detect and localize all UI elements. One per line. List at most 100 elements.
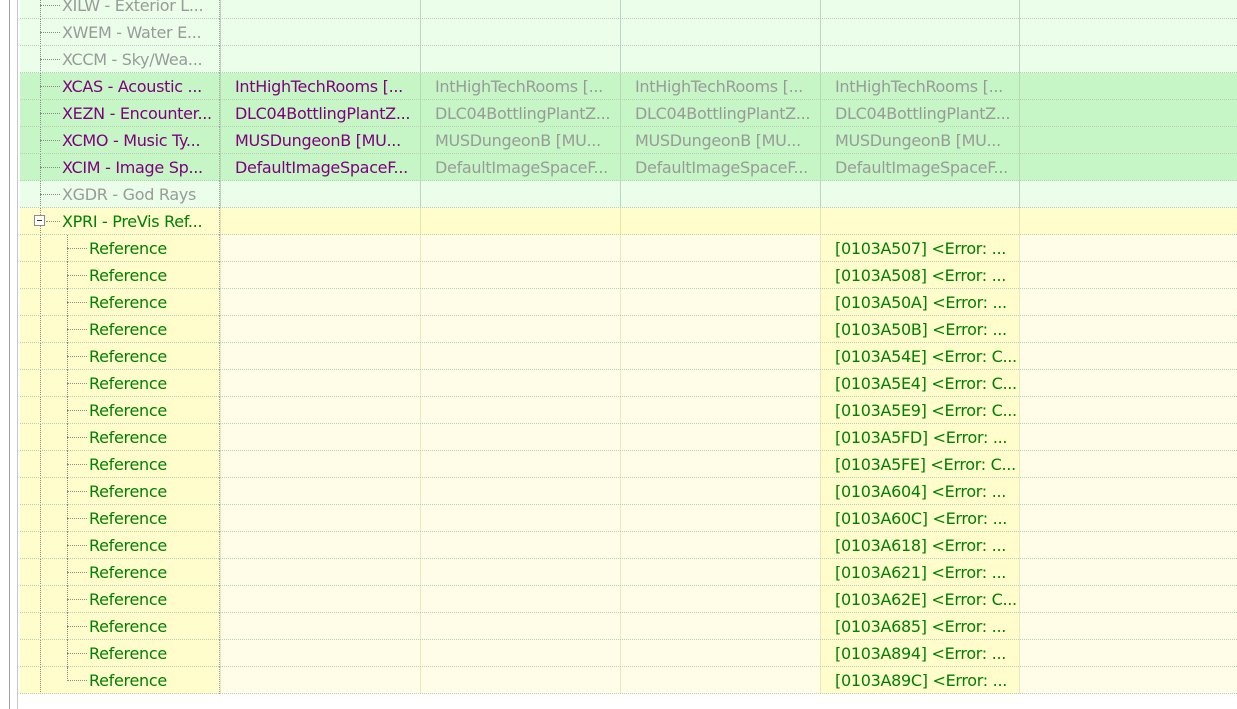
record-value-cell[interactable]: IntHighTechRooms [... [835, 73, 1020, 100]
reference-empty-cell[interactable] [235, 586, 420, 613]
record-grid[interactable]: XILW - Exterior L... XWEM - Water E... XCC… [20, 0, 1237, 694]
reference-empty-cell[interactable] [635, 451, 820, 478]
record-value-cell[interactable] [635, 19, 820, 46]
reference-name-cell[interactable]: Reference [20, 613, 220, 640]
record-row[interactable]: XCMO - Music Ty... MUSDungeonB [MU... MUSD… [20, 127, 1237, 154]
reference-name-cell[interactable]: Reference [20, 424, 220, 451]
reference-value-cell[interactable]: [0103A54E] <Error: C... [835, 343, 1020, 370]
reference-empty-cell[interactable] [635, 370, 820, 397]
reference-value-cell[interactable]: [0103A685] <Error: ... [835, 613, 1020, 640]
reference-empty-cell[interactable] [235, 316, 420, 343]
record-value-cell[interactable]: DLC04BottlingPlantZ... [835, 100, 1020, 127]
reference-row[interactable]: Reference [0103A54E] <Error: C... [20, 343, 1237, 370]
reference-empty-cell[interactable] [435, 559, 620, 586]
reference-row[interactable]: Reference [0103A62E] <Error: C... [20, 586, 1237, 613]
record-row[interactable]: XWEM - Water E... [20, 19, 1237, 46]
record-value-cell[interactable] [635, 181, 820, 208]
reference-name-cell[interactable]: Reference [20, 505, 220, 532]
reference-empty-cell[interactable] [635, 586, 820, 613]
reference-empty-cell[interactable] [235, 235, 420, 262]
reference-name-cell[interactable]: Reference [20, 262, 220, 289]
reference-row[interactable]: Reference [0103A894] <Error: ... [20, 640, 1237, 667]
reference-name-cell[interactable]: Reference [20, 343, 220, 370]
reference-name-cell[interactable]: Reference [20, 586, 220, 613]
reference-empty-cell[interactable] [635, 235, 820, 262]
collapse-toggle-icon[interactable] [34, 215, 45, 226]
record-value-cell[interactable]: IntHighTechRooms [... [435, 73, 620, 100]
reference-empty-cell[interactable] [435, 505, 620, 532]
record-value-cell[interactable] [235, 181, 420, 208]
record-value-cell[interactable]: DefaultImageSpaceF... [235, 154, 420, 181]
reference-row[interactable]: Reference [0103A604] <Error: ... [20, 478, 1237, 505]
reference-name-cell[interactable]: Reference [20, 397, 220, 424]
reference-empty-cell[interactable] [635, 559, 820, 586]
record-value-cell[interactable] [235, 19, 420, 46]
reference-row[interactable]: Reference [0103A50A] <Error: ... [20, 289, 1237, 316]
reference-empty-cell[interactable] [435, 640, 620, 667]
reference-value-cell[interactable]: [0103A5E4] <Error: C... [835, 370, 1020, 397]
reference-row[interactable]: Reference [0103A5FD] <Error: ... [20, 424, 1237, 451]
reference-empty-cell[interactable] [235, 640, 420, 667]
reference-value-cell[interactable]: [0103A50A] <Error: ... [835, 289, 1020, 316]
previs-group-row[interactable]: XPRI - PreVis Ref... [20, 208, 1237, 235]
reference-empty-cell[interactable] [235, 289, 420, 316]
record-name-cell[interactable]: XCCM - Sky/Wea... [20, 46, 220, 73]
reference-empty-cell[interactable] [235, 370, 420, 397]
record-value-cell[interactable]: IntHighTechRooms [... [635, 73, 820, 100]
reference-value-cell[interactable]: [0103A62E] <Error: C... [835, 586, 1020, 613]
record-value-cell[interactable] [635, 46, 820, 73]
reference-value-cell[interactable]: [0103A618] <Error: ... [835, 532, 1020, 559]
reference-row[interactable]: Reference [0103A507] <Error: ... [20, 235, 1237, 262]
record-value-cell[interactable] [835, 181, 1020, 208]
record-row[interactable]: XCIM - Image Sp... DefaultImageSpaceF... D… [20, 154, 1237, 181]
record-value-cell[interactable]: MUSDungeonB [MU... [635, 127, 820, 154]
record-row[interactable]: XEZN - Encounter... DLC04BottlingPlantZ..… [20, 100, 1237, 127]
reference-empty-cell[interactable] [235, 613, 420, 640]
reference-empty-cell[interactable] [635, 640, 820, 667]
record-value-cell[interactable] [435, 181, 620, 208]
record-value-cell[interactable] [435, 0, 620, 19]
record-value-cell[interactable]: DLC04BottlingPlantZ... [235, 100, 420, 127]
record-value-cell[interactable]: MUSDungeonB [MU... [835, 127, 1020, 154]
record-value-cell[interactable] [235, 46, 420, 73]
record-value-cell[interactable] [835, 19, 1020, 46]
record-value-cell[interactable]: IntHighTechRooms [... [235, 73, 420, 100]
record-name-cell[interactable]: XCIM - Image Sp... [20, 154, 220, 181]
reference-empty-cell[interactable] [435, 316, 620, 343]
reference-empty-cell[interactable] [235, 424, 420, 451]
reference-empty-cell[interactable] [435, 343, 620, 370]
reference-value-cell[interactable]: [0103A5FD] <Error: ... [835, 424, 1020, 451]
reference-name-cell[interactable]: Reference [20, 478, 220, 505]
reference-empty-cell[interactable] [435, 667, 620, 694]
record-value-cell[interactable]: DefaultImageSpaceF... [835, 154, 1020, 181]
reference-row[interactable]: Reference [0103A5E9] <Error: C... [20, 397, 1237, 424]
reference-value-cell[interactable]: [0103A5FE] <Error: C... [835, 451, 1020, 478]
reference-empty-cell[interactable] [435, 262, 620, 289]
reference-empty-cell[interactable] [635, 289, 820, 316]
reference-value-cell[interactable]: [0103A89C] <Error: ... [835, 667, 1020, 694]
record-value-cell[interactable]: MUSDungeonB [MU... [235, 127, 420, 154]
previs-name-cell[interactable]: XPRI - PreVis Ref... [20, 208, 220, 235]
reference-empty-cell[interactable] [435, 424, 620, 451]
reference-row[interactable]: Reference [0103A685] <Error: ... [20, 613, 1237, 640]
record-value-cell[interactable]: MUSDungeonB [MU... [435, 127, 620, 154]
reference-empty-cell[interactable] [435, 397, 620, 424]
reference-empty-cell[interactable] [235, 343, 420, 370]
reference-row[interactable]: Reference [0103A50B] <Error: ... [20, 316, 1237, 343]
reference-empty-cell[interactable] [435, 613, 620, 640]
reference-name-cell[interactable]: Reference [20, 559, 220, 586]
record-name-cell[interactable]: XWEM - Water E... [20, 19, 220, 46]
reference-empty-cell[interactable] [435, 451, 620, 478]
record-name-cell[interactable]: XGDR - God Rays [20, 181, 220, 208]
reference-row[interactable]: Reference [0103A618] <Error: ... [20, 532, 1237, 559]
reference-row[interactable]: Reference [0103A5FE] <Error: C... [20, 451, 1237, 478]
reference-empty-cell[interactable] [635, 262, 820, 289]
record-row[interactable]: XGDR - God Rays [20, 181, 1237, 208]
reference-value-cell[interactable]: [0103A5E9] <Error: C... [835, 397, 1020, 424]
reference-empty-cell[interactable] [635, 397, 820, 424]
reference-empty-cell[interactable] [635, 316, 820, 343]
reference-empty-cell[interactable] [435, 235, 620, 262]
reference-value-cell[interactable]: [0103A508] <Error: ... [835, 262, 1020, 289]
reference-name-cell[interactable]: Reference [20, 640, 220, 667]
reference-value-cell[interactable]: [0103A604] <Error: ... [835, 478, 1020, 505]
